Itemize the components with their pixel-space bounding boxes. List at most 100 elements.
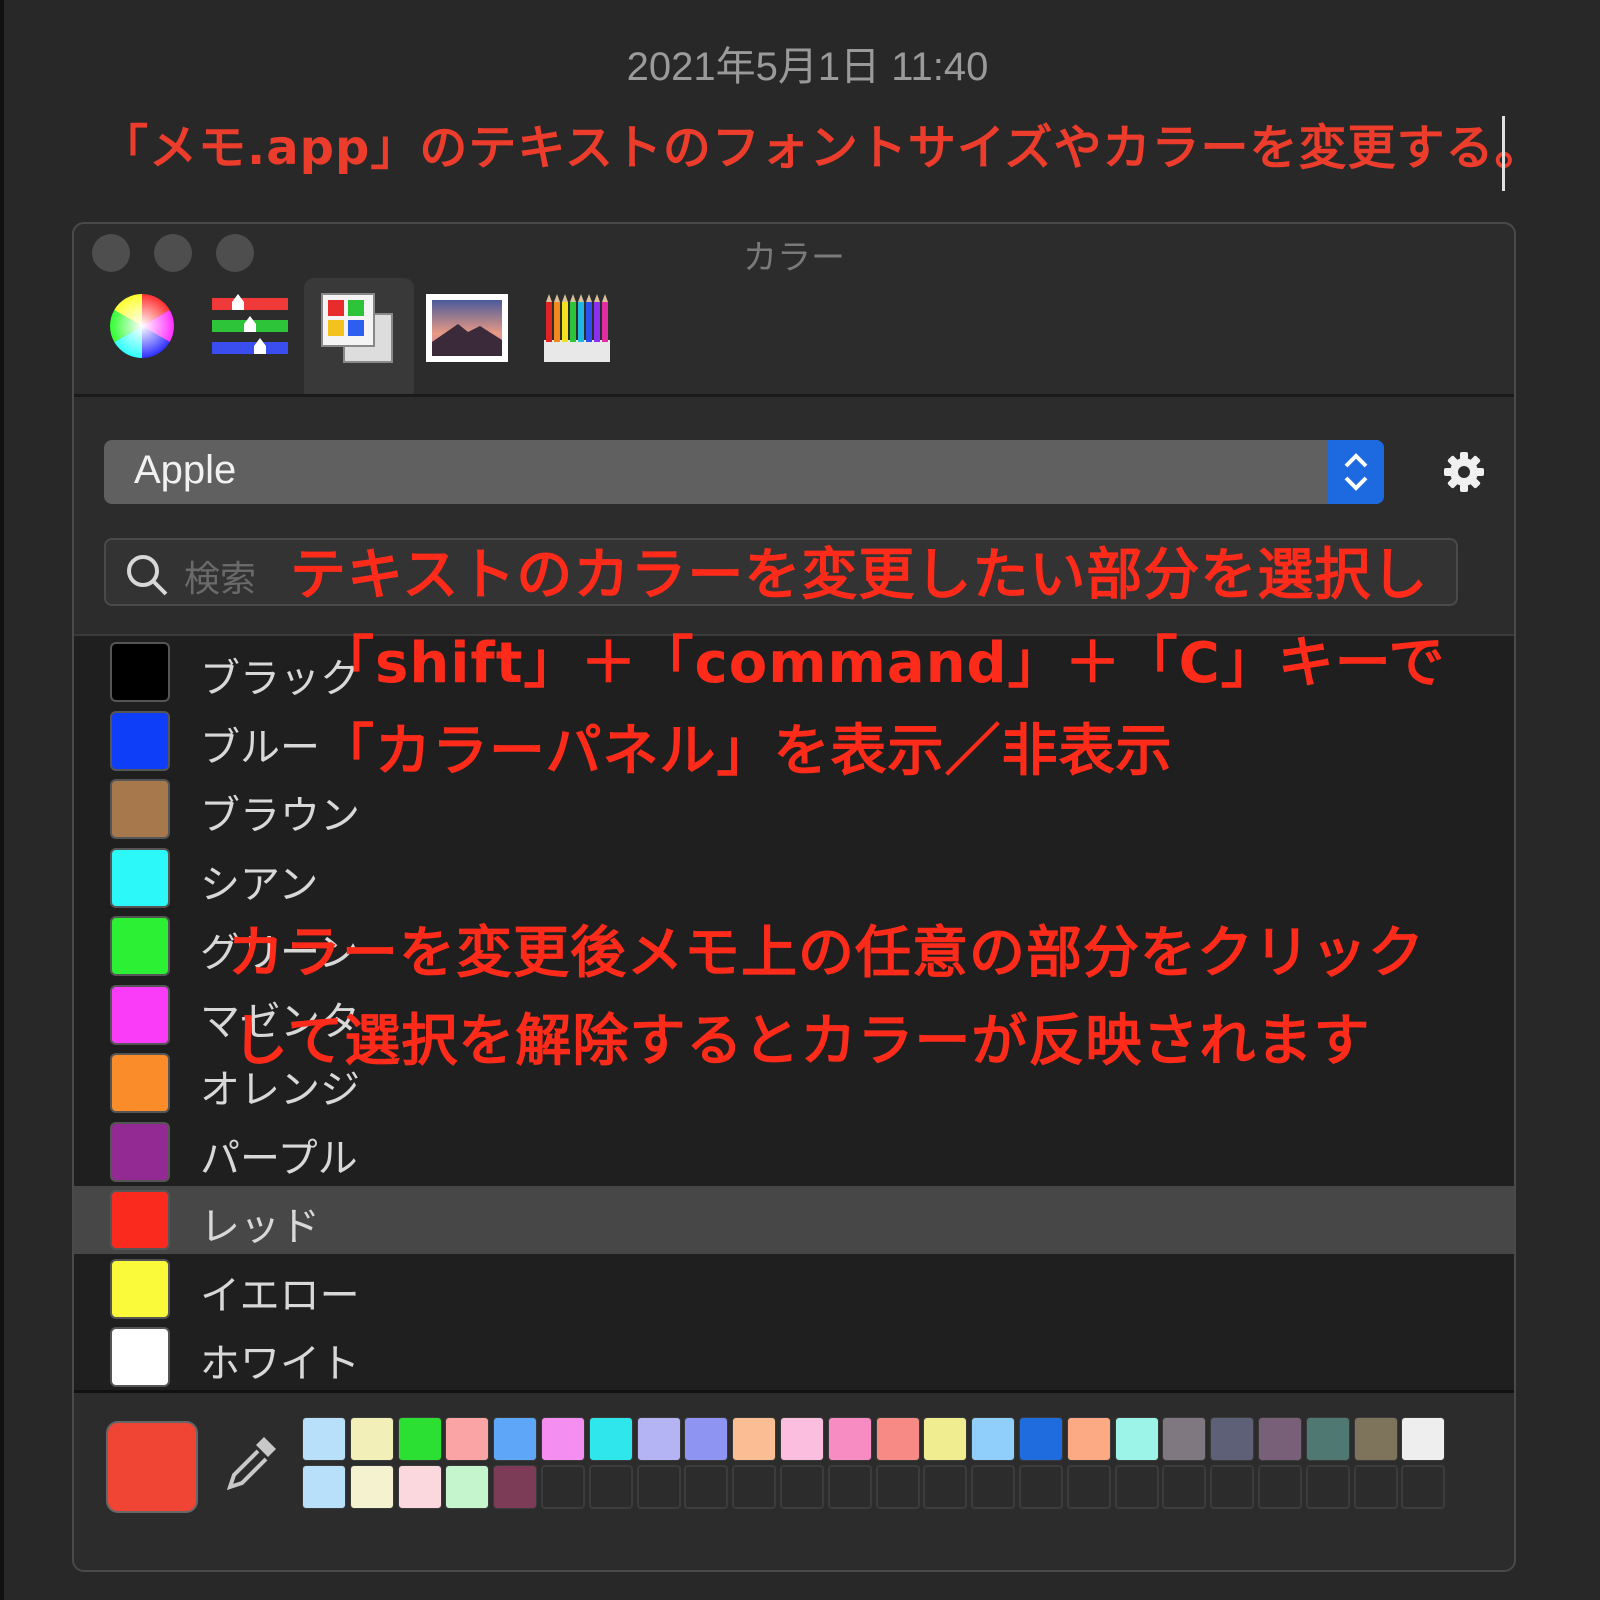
saved-swatch[interactable] [1258, 1417, 1302, 1461]
color-name: イエロー [200, 1272, 360, 1319]
saved-swatch[interactable] [684, 1417, 729, 1461]
saved-swatch[interactable] [1019, 1417, 1063, 1461]
empty-swatch[interactable] [588, 1465, 633, 1509]
color-name: シアン [200, 861, 319, 908]
empty-swatch[interactable] [1066, 1465, 1111, 1509]
empty-swatch[interactable] [1401, 1465, 1446, 1509]
saved-swatch[interactable] [397, 1417, 442, 1461]
chevron-updown-icon [1328, 440, 1384, 504]
empty-swatch[interactable] [1114, 1465, 1159, 1509]
empty-swatch[interactable] [875, 1465, 920, 1509]
window-edge [0, 0, 4, 1600]
saved-swatch[interactable] [1114, 1417, 1159, 1461]
empty-swatch[interactable] [827, 1465, 872, 1509]
saved-swatch[interactable] [349, 1417, 394, 1461]
annotation-line-2: 「shift」＋「command」＋「C」キーで [318, 631, 1446, 696]
color-name: レッド [200, 1204, 320, 1250]
color-row[interactable]: ホワイト [74, 1323, 1514, 1391]
color-swatch [110, 1121, 170, 1182]
palette-list-value: Apple [134, 448, 237, 492]
annotation-line-4: カラーを変更後メモ上の任意の部分をクリック [228, 921, 1425, 986]
saved-swatch[interactable] [636, 1417, 681, 1461]
gear-icon[interactable] [1442, 450, 1486, 498]
search-icon [127, 555, 168, 596]
swatch-bar [74, 1393, 1514, 1570]
color-swatch [110, 710, 170, 771]
color-sliders-tab[interactable] [204, 278, 314, 394]
saved-swatch[interactable] [349, 1465, 394, 1509]
color-wheel-icon [110, 294, 174, 358]
note-text[interactable]: 「メモ.app」のテキストのフォントサイズやカラーを変更する。 [100, 108, 1542, 178]
text-cursor [1502, 116, 1505, 191]
empty-swatch[interactable] [636, 1465, 681, 1509]
saved-swatch[interactable] [541, 1417, 585, 1461]
color-swatch [110, 916, 170, 976]
empty-swatch[interactable] [1353, 1465, 1398, 1509]
color-name: ブルー [200, 724, 320, 771]
color-swatch [110, 1258, 170, 1319]
saved-swatch[interactable] [1210, 1417, 1255, 1461]
note-timestamp: 2021年5月1日 11:40 [626, 45, 989, 89]
empty-swatch[interactable] [1019, 1465, 1063, 1509]
search-placeholder: 検索 [184, 559, 257, 600]
palettes-icon [321, 293, 393, 363]
saved-swatch[interactable] [445, 1465, 490, 1509]
color-row[interactable]: レッド [74, 1186, 1514, 1254]
color-palettes-tab[interactable] [304, 278, 414, 394]
saved-swatch[interactable] [875, 1417, 920, 1461]
pencils-icon [544, 294, 610, 362]
saved-swatch[interactable] [971, 1417, 1016, 1461]
color-name: ブラウン [200, 793, 360, 839]
sliders-icon [212, 294, 288, 354]
toolbar-divider [74, 394, 1514, 397]
pencils-tab[interactable] [532, 278, 642, 394]
saved-swatch[interactable] [1305, 1417, 1350, 1461]
saved-swatch[interactable] [1353, 1417, 1398, 1461]
saved-swatch[interactable] [302, 1465, 346, 1509]
empty-swatch[interactable] [1305, 1465, 1350, 1509]
saved-swatch[interactable] [827, 1417, 872, 1461]
color-swatch [110, 779, 170, 839]
empty-swatch[interactable] [971, 1465, 1016, 1509]
empty-swatch[interactable] [923, 1465, 968, 1509]
image-icon [426, 294, 508, 362]
saved-swatch[interactable] [445, 1417, 490, 1461]
image-palettes-tab[interactable] [420, 278, 530, 394]
palette-list-select[interactable]: Apple [104, 440, 1384, 504]
color-swatch [110, 1327, 170, 1387]
color-panel: カラー Apple 検索 ブラック ブルー ブラウン シアン グリーン マゼンタ… [72, 222, 1516, 1572]
saved-swatch[interactable] [732, 1417, 777, 1461]
empty-swatch[interactable] [732, 1465, 777, 1509]
saved-swatch[interactable] [302, 1417, 346, 1461]
annotation-line-1: テキストのカラーを変更したい部分を選択し [290, 543, 1429, 608]
annotation-line-3: 「カラーパネル」を表示／非表示 [318, 719, 1173, 784]
saved-swatch[interactable] [588, 1417, 633, 1461]
color-row[interactable]: イエロー [74, 1255, 1514, 1323]
color-wheel-tab[interactable] [98, 278, 208, 394]
saved-swatch[interactable] [780, 1417, 824, 1461]
color-name: ホワイト [200, 1341, 360, 1387]
empty-swatch[interactable] [1210, 1465, 1255, 1509]
empty-swatch[interactable] [1162, 1465, 1207, 1509]
color-swatch [110, 642, 170, 702]
eyedropper-icon[interactable] [224, 1429, 284, 1505]
empty-swatch[interactable] [1258, 1465, 1302, 1509]
empty-swatch[interactable] [541, 1465, 585, 1509]
saved-swatch[interactable] [397, 1465, 442, 1509]
color-swatch [110, 1190, 170, 1250]
current-color-well[interactable] [106, 1421, 198, 1513]
saved-swatch[interactable] [493, 1417, 538, 1461]
saved-swatch-grid [302, 1417, 1452, 1517]
empty-swatch[interactable] [684, 1465, 729, 1509]
annotation-line-5: して選択を解除するとカラーが反映されます [232, 1009, 1371, 1074]
saved-swatch[interactable] [493, 1465, 538, 1509]
color-swatch [110, 984, 170, 1045]
saved-swatch[interactable] [1066, 1417, 1111, 1461]
saved-swatch[interactable] [923, 1417, 968, 1461]
color-swatch [110, 847, 170, 908]
color-row[interactable]: シアン [74, 844, 1514, 912]
saved-swatch[interactable] [1401, 1417, 1446, 1461]
empty-swatch[interactable] [780, 1465, 824, 1509]
saved-swatch[interactable] [1162, 1417, 1207, 1461]
color-row[interactable]: パープル [74, 1118, 1514, 1186]
